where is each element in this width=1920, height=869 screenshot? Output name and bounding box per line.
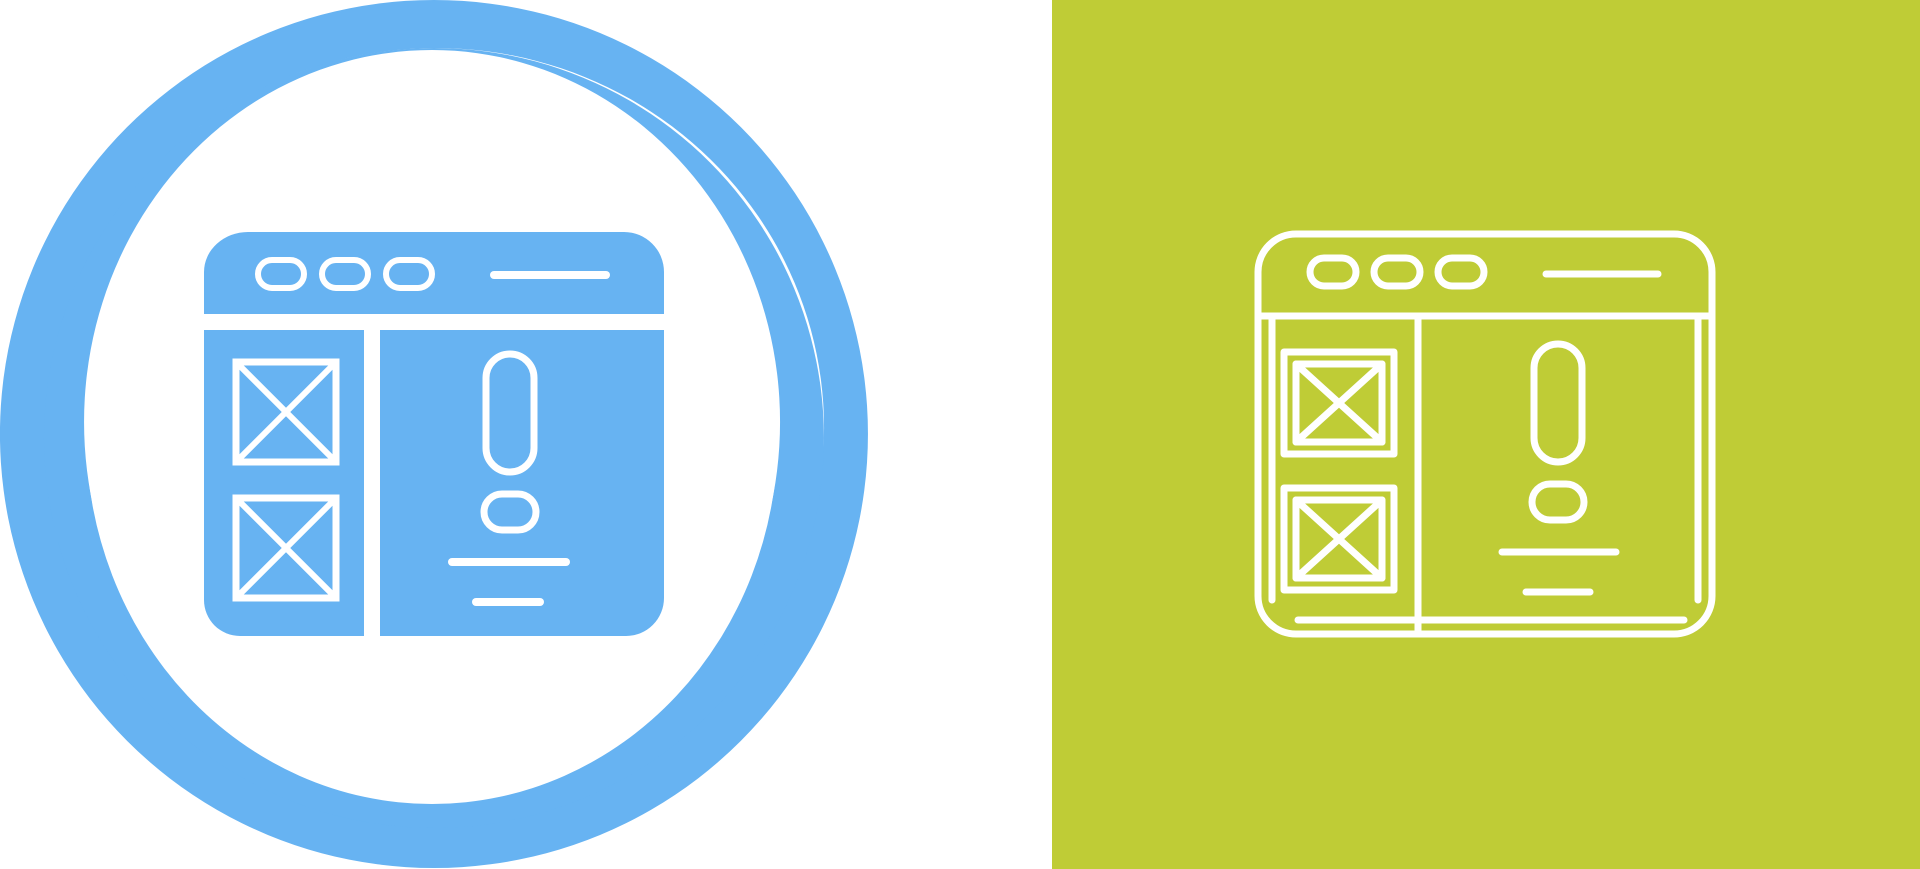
glyph-icon-panel <box>0 0 1052 869</box>
green-background <box>1052 0 1920 869</box>
glyph-icon-artwork <box>0 0 868 868</box>
icon-pair-canvas <box>0 0 1920 869</box>
browser-content-area <box>380 330 664 636</box>
browser-window-glyph <box>204 232 664 636</box>
line-icon-artwork <box>1052 0 1920 869</box>
browser-sidebar <box>204 330 364 636</box>
line-icon-panel <box>1052 0 1920 869</box>
